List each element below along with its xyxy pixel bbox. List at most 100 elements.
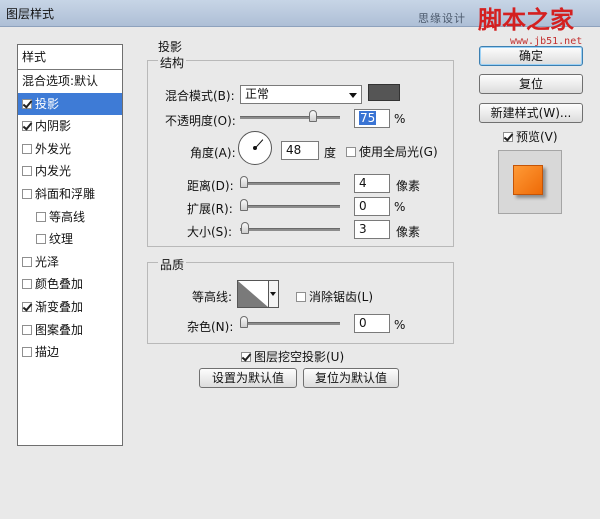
section-title-drop-shadow: 投影	[156, 38, 185, 55]
opacity-slider-track[interactable]	[240, 116, 340, 119]
watermark-text: 思缘设计	[418, 12, 466, 25]
style-item-label: 光泽	[35, 254, 60, 269]
style-item-checkbox[interactable]	[36, 234, 46, 245]
new-style-button[interactable]: 新建样式(W)...	[479, 103, 583, 123]
preview-checkbox[interactable]	[503, 132, 513, 142]
blend-mode-select[interactable]: 正常	[240, 85, 362, 104]
angle-label: 角度(A):	[190, 146, 236, 160]
style-item-label: 内发光	[35, 164, 72, 179]
style-item[interactable]: 混合选项:默认	[18, 70, 122, 93]
style-item-checkbox[interactable]	[22, 143, 32, 154]
chevron-down-icon	[349, 93, 357, 98]
style-item-checkbox[interactable]	[22, 301, 32, 312]
style-preview-swatch	[513, 165, 543, 195]
distance-value: 4	[359, 176, 367, 190]
style-item[interactable]: 投影	[18, 92, 122, 116]
style-preview	[498, 150, 562, 214]
style-item-label: 图案叠加	[35, 322, 84, 337]
global-light-label: 使用全局光(G)	[359, 145, 438, 159]
shadow-color-swatch[interactable]	[368, 84, 400, 101]
style-item-checkbox[interactable]	[22, 279, 32, 290]
antialias-checkbox[interactable]	[296, 292, 306, 302]
angle-unit: 度	[324, 146, 337, 160]
style-item[interactable]: 等高线	[18, 206, 122, 229]
preview-label: 预览(V)	[516, 130, 558, 144]
styles-header: 样式	[18, 45, 122, 70]
style-item-label: 描边	[35, 345, 60, 360]
style-item-label: 渐变叠加	[35, 299, 84, 314]
spread-label: 扩展(R):	[187, 202, 233, 216]
distance-label: 距离(D):	[187, 179, 234, 193]
style-item[interactable]: 渐变叠加	[18, 296, 122, 319]
opacity-slider-thumb[interactable]	[309, 110, 317, 122]
style-item-label: 投影	[35, 96, 60, 111]
style-item[interactable]: 描边	[18, 341, 122, 364]
angle-value: 48	[286, 143, 302, 157]
global-light-checkbox[interactable]	[346, 147, 356, 157]
noise-slider-track[interactable]	[240, 322, 340, 325]
noise-input[interactable]: 0	[354, 314, 390, 333]
style-item-checkbox[interactable]	[22, 256, 32, 267]
contour-label: 等高线:	[192, 290, 233, 304]
ok-button[interactable]: 确定	[479, 46, 583, 66]
spread-unit: %	[394, 200, 406, 214]
global-light-option[interactable]: 使用全局光(G)	[346, 143, 438, 160]
knockout-checkbox[interactable]	[241, 352, 251, 362]
spread-input[interactable]: 0	[354, 197, 390, 216]
reset-default-button[interactable]: 复位为默认值	[303, 368, 399, 388]
window-title: 图层样式	[6, 7, 55, 21]
distance-unit: 像素	[396, 179, 421, 193]
style-item-checkbox[interactable]	[22, 188, 32, 199]
style-item-label: 混合选项:默认	[22, 74, 99, 88]
spread-slider-thumb[interactable]	[240, 199, 248, 211]
blend-mode-label: 混合模式(B):	[165, 89, 235, 103]
knockout-option[interactable]: 图层挖空投影(U)	[241, 348, 344, 365]
blend-mode-value: 正常	[245, 87, 270, 101]
antialias-label: 消除锯齿(L)	[309, 290, 374, 304]
distance-slider-track[interactable]	[240, 182, 340, 185]
contour-preview[interactable]	[237, 280, 269, 308]
reset-button[interactable]: 复位	[479, 74, 583, 94]
style-item-checkbox[interactable]	[22, 347, 32, 358]
angle-dial[interactable]	[238, 131, 272, 165]
style-item[interactable]: 图案叠加	[18, 319, 122, 342]
distance-input[interactable]: 4	[354, 174, 390, 193]
style-item-checkbox[interactable]	[22, 166, 32, 177]
antialias-option[interactable]: 消除锯齿(L)	[296, 288, 373, 305]
angle-input[interactable]: 48	[281, 141, 319, 160]
size-input[interactable]: 3	[354, 220, 390, 239]
make-default-button[interactable]: 设置为默认值	[199, 368, 297, 388]
style-item[interactable]: 内发光	[18, 160, 122, 183]
size-unit: 像素	[396, 225, 421, 239]
watermark-logo: 脚本之家	[478, 5, 574, 34]
noise-unit: %	[394, 318, 406, 332]
style-item[interactable]: 纹理	[18, 228, 122, 251]
style-item[interactable]: 光泽	[18, 251, 122, 274]
knockout-label: 图层挖空投影(U)	[254, 350, 345, 364]
spread-slider-track[interactable]	[240, 205, 340, 208]
preview-option[interactable]: 预览(V)	[503, 128, 558, 145]
size-label: 大小(S):	[187, 225, 233, 239]
style-item-label: 颜色叠加	[35, 277, 84, 292]
distance-slider-thumb[interactable]	[240, 176, 248, 188]
style-item[interactable]: 斜面和浮雕	[18, 183, 122, 206]
contour-dropdown-button[interactable]	[269, 280, 279, 308]
style-item[interactable]: 内阴影	[18, 115, 122, 138]
style-item-label: 纹理	[49, 232, 74, 247]
style-item-checkbox[interactable]	[22, 121, 32, 132]
noise-slider-thumb[interactable]	[240, 316, 248, 328]
contour-curve	[238, 281, 268, 307]
style-item[interactable]: 外发光	[18, 138, 122, 161]
style-item-checkbox[interactable]	[36, 211, 46, 222]
size-slider-track[interactable]	[240, 228, 340, 231]
style-item-checkbox[interactable]	[22, 324, 32, 335]
size-slider-thumb[interactable]	[241, 222, 250, 234]
style-item[interactable]: 颜色叠加	[18, 273, 122, 296]
opacity-input[interactable]: 75	[354, 109, 390, 128]
noise-value: 0	[359, 316, 367, 330]
structure-title: 结构	[158, 54, 187, 71]
style-item-checkbox[interactable]	[22, 98, 32, 109]
styles-list: 样式 混合选项:默认投影内阴影外发光内发光斜面和浮雕等高线纹理光泽颜色叠加渐变叠…	[17, 44, 123, 446]
style-item-label: 等高线	[49, 209, 86, 224]
style-item-label: 内阴影	[35, 119, 72, 134]
